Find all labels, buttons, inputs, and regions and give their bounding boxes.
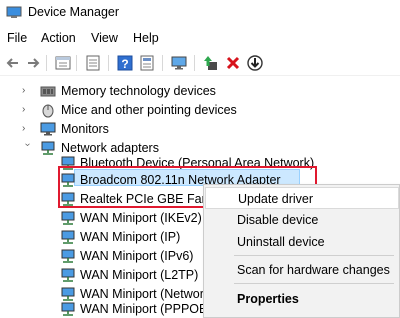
monitor-icon xyxy=(40,122,56,136)
forward-arrow-icon[interactable] xyxy=(24,54,42,72)
list-icon[interactable] xyxy=(84,54,102,72)
uninstall-device-menu-item[interactable]: Uninstall device xyxy=(205,231,399,253)
toolbar-separator xyxy=(76,55,77,71)
toolbar-separator xyxy=(108,55,109,71)
update-driver-menu-item[interactable]: Update driver xyxy=(205,187,399,209)
collapse-chevron-icon[interactable]: › xyxy=(21,143,33,153)
toolbar: ? xyxy=(0,50,400,76)
download-icon[interactable] xyxy=(246,54,264,72)
menu-view[interactable]: View xyxy=(91,31,118,45)
expand-chevron-icon[interactable]: › xyxy=(22,104,32,116)
context-menu: Update driver Disable device Uninstall d… xyxy=(203,184,400,318)
scan-hardware-menu-item[interactable]: Scan for hardware changes xyxy=(205,259,399,281)
title-bar: Device Manager xyxy=(0,0,400,26)
menu-file[interactable]: File xyxy=(7,31,27,45)
menu-action[interactable]: Action xyxy=(41,31,76,45)
menu-bar: File Action View Help xyxy=(0,28,400,48)
uninstall-x-icon[interactable] xyxy=(224,54,242,72)
expand-chevron-icon[interactable]: › xyxy=(22,85,32,97)
tree-label: Mice and other pointing devices xyxy=(61,103,237,117)
properties-menu-item[interactable]: Properties xyxy=(205,288,399,310)
menu-separator xyxy=(234,283,394,284)
tree-node-mice[interactable]: › Mice and other pointing devices xyxy=(0,101,300,120)
menu-help[interactable]: Help xyxy=(133,31,159,45)
toolbar-separator xyxy=(46,55,47,71)
toolbar-separator xyxy=(162,55,163,71)
tree-label: Monitors xyxy=(61,122,109,136)
tree-node-monitors[interactable]: › Monitors xyxy=(0,120,300,139)
toolbar-separator xyxy=(194,55,195,71)
monitor-icon[interactable] xyxy=(170,54,188,72)
grid-view-icon[interactable] xyxy=(138,54,156,72)
help-icon[interactable]: ? xyxy=(116,54,134,72)
expand-chevron-icon[interactable]: › xyxy=(22,123,32,135)
tree-label: Memory technology devices xyxy=(61,84,216,98)
disable-device-menu-item[interactable]: Disable device xyxy=(205,209,399,231)
properties-icon[interactable] xyxy=(54,54,72,72)
tree-node-memory[interactable]: › Memory technology devices xyxy=(0,82,300,101)
device-manager-icon xyxy=(6,6,22,18)
back-arrow-icon[interactable] xyxy=(4,54,22,72)
menu-separator xyxy=(234,255,394,256)
update-driver-icon[interactable] xyxy=(202,54,220,72)
tree-label: Network adapters xyxy=(61,141,159,155)
window-title: Device Manager xyxy=(28,5,120,19)
svg-text:?: ? xyxy=(121,57,128,71)
mouse-icon xyxy=(42,104,54,118)
memory-icon xyxy=(40,86,56,97)
